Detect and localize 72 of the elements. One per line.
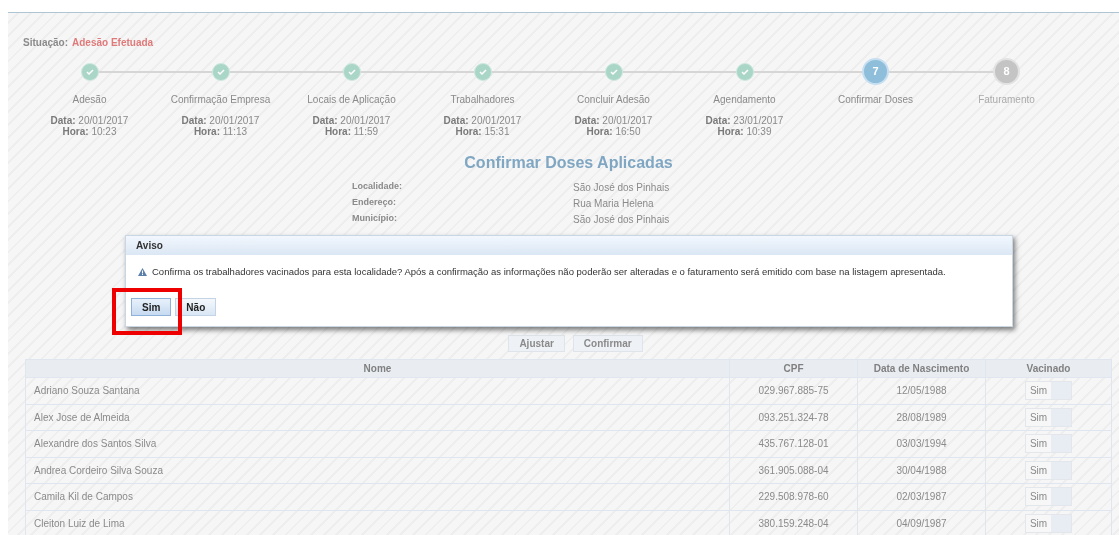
vaccinated-toggle[interactable]: Sim [1025,487,1072,507]
step-date: Data: 20/01/2017 [50,115,129,126]
table-cell-text: Cleiton Luiz de Lima [34,516,125,531]
vaccinated-toggle[interactable]: Sim [1025,407,1072,427]
status-label: Situação: [23,36,68,50]
table-cell-text: 380.159.248-04 [758,516,829,531]
step-time: Hora: 10:23 [62,126,117,137]
table-cell-text: 12/05/1988 [896,384,947,399]
dialog-button[interactable]: Não [175,298,217,317]
column-header: Data de Nascimento [873,362,970,376]
step-date: Data: 23/01/2017 [705,115,784,126]
step-time: Hora: 15:31 [455,126,510,137]
column-header: Vacinado [1026,362,1071,376]
table-cell-text: 02/03/1987 [896,490,947,505]
action-button[interactable]: Ajustar [508,335,565,352]
dialog-message: Confirma os trabalhadores vacinados para esta localidade? Após a confirmação as informações não poderão ser alteradas e o faturamento será emitido com base na listagem apresentada. [152,265,946,279]
table-cell-text: 229.508.978-60 [758,490,829,505]
column-header: CPF [783,362,804,376]
step-label: Agendamento [713,93,776,107]
step-number: 8 [993,58,1020,85]
check-icon [216,67,225,76]
step-label: Concluir Adesão [577,93,650,107]
info-value: São José dos Pinhais [573,180,670,195]
vaccinated-toggle[interactable]: Sim [1025,513,1072,533]
info-label: Endereço: [352,196,397,210]
vaccinated-toggle[interactable]: Sim [1025,460,1072,480]
table-cell-text: Adriano Souza Santana [34,384,140,399]
check-icon [85,67,94,76]
table-cell-text: Andrea Cordeiro Silva Souza [34,463,163,478]
step-date: Data: 20/01/2017 [312,115,391,126]
check-icon [740,67,749,76]
table-cell-text: 093.251.324-78 [758,410,829,425]
step-label: Confirmar Doses [838,93,913,107]
status-value: Adesão Efetuada [72,36,154,50]
table-cell-text: 361.905.088-04 [758,463,829,478]
table-cell-text: 029.967.885-75 [758,384,829,399]
column-header: Nome [363,362,392,376]
action-button[interactable]: Confirmar [572,335,643,352]
step-number: 7 [862,58,889,85]
info-label: Município: [352,212,398,226]
table-cell-text: 28/08/1989 [896,410,947,425]
table-cell-text: Alex Jose de Almeida [34,410,130,425]
step-time: Hora: 11:59 [324,126,379,137]
vaccinated-toggle[interactable]: Sim [1025,434,1072,454]
table-cell-text: Alexandre dos Santos Silva [34,437,157,452]
step-label: Faturamento [978,93,1035,107]
table-cell-text: Camila Kil de Campos [34,490,133,505]
table-cell-text: 435.767.128-01 [758,437,829,452]
check-icon [347,67,356,76]
info-label: Localidade: [352,180,403,194]
info-value: Rua Maria Helena [573,196,654,211]
step-time: Hora: 10:39 [717,126,772,137]
check-icon [478,67,487,76]
table-cell-text: 04/09/1987 [896,516,947,531]
table-cell-text: 30/04/1988 [896,463,947,478]
step-label: Locais de Aplicação [307,93,396,107]
step-date: Data: 20/01/2017 [574,115,653,126]
step-label: Trabalhadores [450,93,515,107]
table-cell-text: 03/03/1994 [896,437,947,452]
vaccinated-toggle[interactable]: Sim [1025,381,1072,401]
dialog-button[interactable]: Sim [131,298,172,317]
warning-icon [138,268,147,277]
step-date: Data: 20/01/2017 [181,115,260,126]
step-time: Hora: 16:50 [586,126,641,137]
check-icon [609,67,618,76]
section-title: Confirmar Doses Aplicadas [464,153,673,173]
step-time: Hora: 11:13 [193,126,248,137]
step-date: Data: 20/01/2017 [443,115,522,126]
step-label: Confirmação Empresa [170,93,271,107]
step-label: Adesão [72,93,107,107]
info-value: São José dos Pinhais [573,212,670,227]
dialog-title: Aviso [126,236,1012,255]
